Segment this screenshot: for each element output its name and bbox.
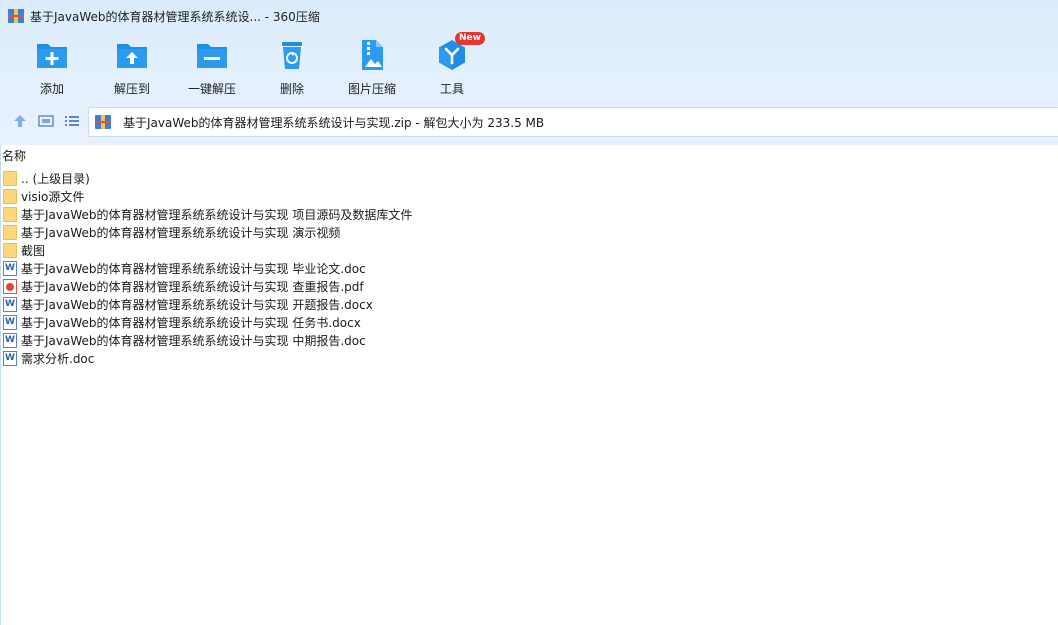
tools-label: 工具 — [439, 82, 464, 96]
app-archive-icon — [8, 9, 24, 23]
folder-icon — [3, 206, 17, 222]
up-arrow-icon[interactable] — [12, 113, 28, 129]
list-item[interactable]: 基于JavaWeb的体育器材管理系统系统设计与实现 查重报告.pdf — [3, 277, 412, 295]
folder-icon — [3, 224, 17, 240]
path-bar[interactable]: 基于JavaWeb的体育器材管理系统系统设计与实现.zip - 解包大小为 23… — [88, 107, 1058, 137]
folder-icon — [3, 188, 17, 204]
list-item[interactable]: 基于JavaWeb的体育器材管理系统系统设计与实现 中期报告.doc — [3, 331, 412, 349]
list-item[interactable]: visio源文件 — [3, 187, 412, 205]
item-name: 基于JavaWeb的体育器材管理系统系统设计与实现 项目源码及数据库文件 — [21, 207, 413, 222]
image-compress-icon — [355, 38, 389, 72]
tools-button[interactable]: 工具 — [412, 36, 492, 98]
one-click-extract-button[interactable]: 一键解压 — [172, 36, 252, 98]
image-compress-button[interactable]: 图片压缩 — [332, 36, 412, 98]
file-rows: .. (上级目录) visio源文件 基于JavaWeb的体育器材管理系统系统设… — [3, 169, 412, 367]
item-name: 截图 — [21, 243, 46, 258]
add-button[interactable]: 添加 — [12, 36, 92, 98]
navigation-bar: 基于JavaWeb的体育器材管理系统系统设计与实现.zip - 解包大小为 23… — [0, 106, 1058, 137]
app-window: 基于JavaWeb的体育器材管理系统系统设... - 360压缩 添加 解压到 … — [0, 0, 1058, 625]
add-label: 添加 — [39, 82, 64, 96]
folder-icon — [3, 170, 17, 186]
folder-oneclick-icon — [195, 38, 229, 72]
column-header-name[interactable]: 名称 — [1, 147, 26, 165]
list-item[interactable]: 基于JavaWeb的体育器材管理系统系统设计与实现 任务书.docx — [3, 313, 412, 331]
title-bar: 基于JavaWeb的体育器材管理系统系统设... - 360压缩 — [0, 0, 1058, 32]
image-compress-label: 图片压缩 — [347, 82, 396, 96]
item-name: visio源文件 — [21, 189, 85, 204]
list-item[interactable]: 截图 — [3, 241, 412, 259]
list-item[interactable]: 需求分析.doc — [3, 349, 412, 367]
word-doc-icon — [3, 350, 17, 366]
extract-to-label: 解压到 — [113, 82, 150, 96]
item-name: 基于JavaWeb的体育器材管理系统系统设计与实现 中期报告.doc — [21, 333, 366, 348]
word-doc-icon — [3, 296, 17, 312]
window-title: 基于JavaWeb的体育器材管理系统系统设... - 360压缩 — [30, 9, 320, 24]
one-click-extract-label: 一键解压 — [187, 82, 236, 96]
extract-to-button[interactable]: 解压到 — [92, 36, 172, 98]
list-item[interactable]: 基于JavaWeb的体育器材管理系统系统设计与实现 演示视频 — [3, 223, 412, 241]
item-name: .. (上级目录) — [21, 171, 90, 186]
list-item[interactable]: 基于JavaWeb的体育器材管理系统系统设计与实现 项目源码及数据库文件 — [3, 205, 412, 223]
item-name: 基于JavaWeb的体育器材管理系统系统设计与实现 任务书.docx — [21, 315, 361, 330]
archive-path-text: 基于JavaWeb的体育器材管理系统系统设计与实现.zip - 解包大小为 23… — [123, 115, 545, 130]
thumbnail-view-icon[interactable] — [38, 113, 54, 129]
word-doc-icon — [3, 332, 17, 348]
delete-button[interactable]: 删除 — [252, 36, 332, 98]
archive-icon — [95, 115, 111, 129]
new-badge: New — [455, 32, 485, 45]
folder-extract-icon — [115, 38, 149, 72]
file-list: 名称 .. (上级目录) visio源文件 基于JavaWeb的体育器材管理系统… — [0, 145, 1058, 625]
item-name: 基于JavaWeb的体育器材管理系统系统设计与实现 开题报告.docx — [21, 297, 373, 312]
trash-icon — [275, 38, 309, 72]
item-name: 基于JavaWeb的体育器材管理系统系统设计与实现 毕业论文.doc — [21, 261, 366, 276]
item-name: 基于JavaWeb的体育器材管理系统系统设计与实现 演示视频 — [21, 225, 341, 240]
delete-label: 删除 — [279, 82, 304, 96]
word-doc-icon — [3, 314, 17, 330]
list-item[interactable]: 基于JavaWeb的体育器材管理系统系统设计与实现 毕业论文.doc — [3, 259, 412, 277]
list-item[interactable]: .. (上级目录) — [3, 169, 412, 187]
list-view-icon[interactable] — [64, 113, 80, 129]
list-item[interactable]: 基于JavaWeb的体育器材管理系统系统设计与实现 开题报告.docx — [3, 295, 412, 313]
folder-add-icon — [35, 38, 69, 72]
main-toolbar: 添加 解压到 一键解压 删除 图片压缩 工具 — [12, 36, 492, 98]
word-doc-icon — [3, 260, 17, 276]
item-name: 需求分析.doc — [21, 351, 95, 366]
pdf-file-icon — [3, 278, 17, 294]
item-name: 基于JavaWeb的体育器材管理系统系统设计与实现 查重报告.pdf — [21, 279, 364, 294]
folder-icon — [3, 242, 17, 258]
